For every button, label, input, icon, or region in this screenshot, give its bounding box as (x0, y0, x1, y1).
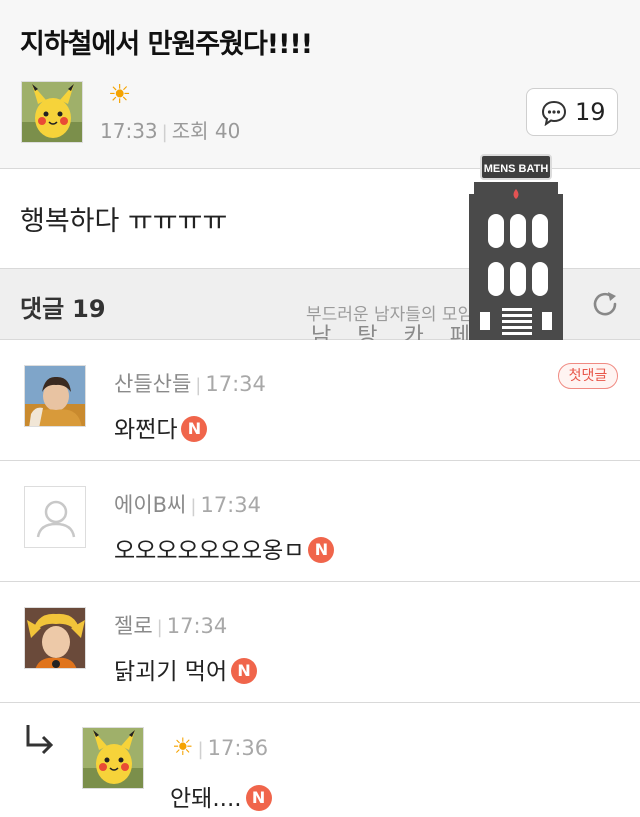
divider: | (156, 617, 163, 638)
comments-count: 19 (72, 295, 106, 323)
comment-text: 안돼.... (170, 786, 242, 812)
divider: | (197, 739, 204, 760)
divider: | (195, 375, 202, 396)
divider: | (190, 496, 197, 517)
comment-text-line: 안돼.... N (170, 779, 272, 813)
comment-meta: 젤로 | 17:34 (114, 610, 227, 640)
comment-text: 와쩐다 (114, 417, 178, 443)
comment-item: 젤로 | 17:34 닭괴기 먹어 N (0, 582, 640, 702)
divider: | (161, 122, 168, 143)
post-meta: 17:33 | 조회 40 (100, 115, 240, 144)
bathhouse-logo: MENS BATH (466, 154, 564, 350)
new-badge: N (231, 657, 258, 684)
sun-icon: ☀ (172, 733, 194, 761)
comment-time: 17:34 (205, 372, 266, 396)
comment-count: 19 (575, 98, 606, 126)
comment-text: 닭괴기 먹어 (114, 659, 228, 685)
post-text: 행복하다 ㅠㅠㅠㅠ (20, 206, 228, 237)
logo-sign-text: MENS BATH (484, 163, 549, 175)
first-comment-badge: 첫댓글 (558, 363, 618, 389)
new-badge: N (308, 536, 335, 563)
comment-meta: ☀ | 17:36 (172, 735, 268, 760)
commenter-avatar[interactable] (24, 365, 86, 427)
comment-text-line: 닭괴기 먹어 N (114, 652, 258, 686)
commenter-name[interactable]: 젤로 (114, 614, 153, 638)
comment-count-button[interactable]: 19 (526, 88, 618, 136)
default-avatar-icon[interactable] (24, 486, 86, 548)
comment-item: 산들산들 | 17:34 와쩐다 N (0, 340, 640, 460)
author-avatar[interactable] (21, 81, 83, 143)
post-title: 지하철에서 만원주웠다!!!! (20, 29, 313, 60)
comment-time: 17:34 (166, 614, 228, 638)
commenter-name[interactable]: 산들산들 (114, 372, 191, 396)
post-header: 지하철에서 만원주웠다!!!! ☀ 17:33 | 조회 40 19 (0, 0, 640, 168)
reply-arrow-icon (26, 725, 54, 755)
post-views: 조회 40 (171, 119, 241, 143)
comment-item: 에이B씨 | 17:34 오오오오오오오옹ㅁ N (0, 461, 640, 581)
comments-title: 댓글 (20, 295, 65, 323)
comment-text-line: 오오오오오오오옹ㅁ N (114, 531, 335, 565)
comments-label: 댓글 19 (20, 289, 106, 324)
new-badge: N (181, 415, 208, 442)
new-badge: N (245, 784, 272, 811)
comment-time: 17:36 (207, 736, 269, 760)
commenter-name[interactable]: 에이B씨 (114, 493, 186, 517)
post-time: 17:33 (100, 119, 158, 143)
reply-item: ☀ | 17:36 안돼.... N (0, 703, 640, 817)
sun-icon: ☀ (108, 80, 132, 110)
commenter-avatar[interactable] (82, 727, 144, 789)
comment-text: 오오오오오오오옹ㅁ (114, 538, 305, 564)
comment-meta: 에이B씨 | 17:34 (114, 489, 261, 519)
refresh-icon[interactable] (590, 288, 620, 318)
comment-text-line: 와쩐다 N (114, 410, 208, 444)
comment-time: 17:34 (200, 493, 261, 517)
speech-bubble-icon (541, 100, 567, 126)
comment-meta: 산들산들 | 17:34 (114, 368, 266, 398)
commenter-avatar[interactable] (24, 607, 86, 669)
